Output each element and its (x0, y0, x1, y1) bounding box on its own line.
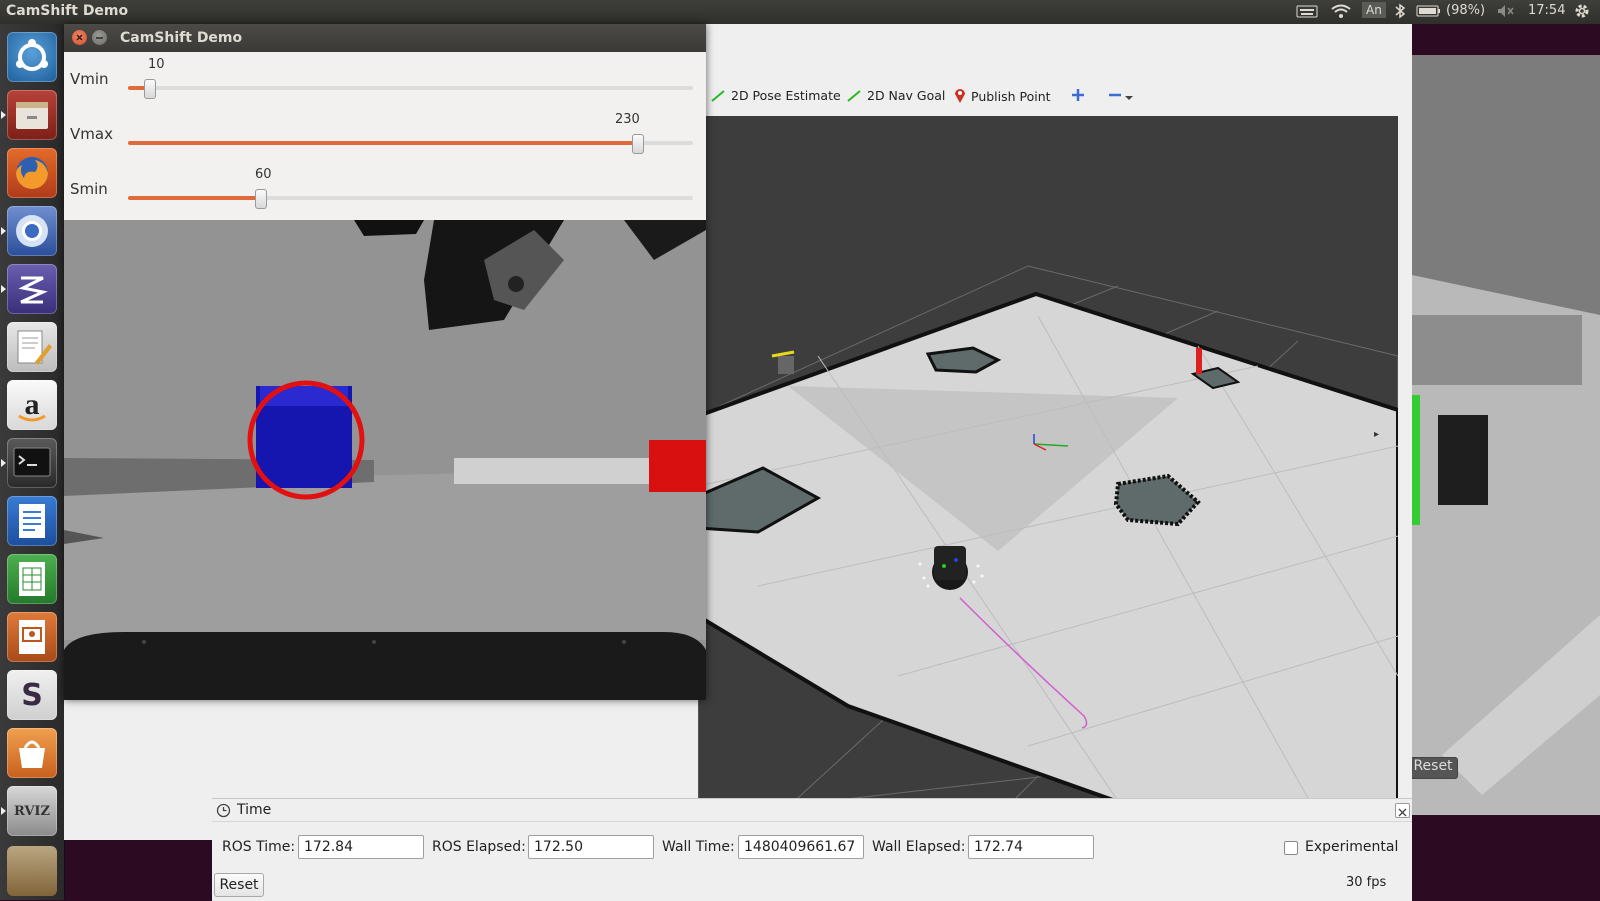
slider-panel: Vmin 10 Vmax 230 Smin 60 (64, 52, 706, 220)
ros-elapsed-field[interactable]: 172.50 (528, 835, 654, 859)
time-panel-header: Time (212, 799, 1412, 822)
trash-icon[interactable] (7, 846, 57, 896)
active-app-title: CamShift Demo (6, 3, 129, 19)
gazebo-reset-button[interactable]: Reset (1408, 757, 1458, 779)
wall-time-field[interactable]: 1480409661.67 (738, 835, 864, 859)
keyboard-icon[interactable] (1296, 3, 1318, 23)
rviz-glyph: RVIZ (14, 803, 50, 819)
wall-elapsed-field[interactable]: 172.74 (968, 835, 1094, 859)
slack-glyph: S (21, 677, 43, 713)
time-panel-title: Time (237, 802, 272, 818)
bluetooth-icon[interactable] (1394, 3, 1406, 23)
slack-icon[interactable]: S (7, 670, 57, 720)
terminal-icon[interactable] (7, 438, 57, 488)
clock[interactable]: 17:54 (1528, 3, 1565, 18)
pose-estimate-arrow-icon (711, 89, 725, 102)
libreoffice-writer-icon[interactable] (7, 496, 57, 546)
minus-dropdown-icon (1109, 93, 1133, 100)
text-editor-icon[interactable] (7, 322, 57, 372)
camshift-window-title: CamShift Demo (120, 30, 243, 46)
rviz-icon[interactable]: RVIZ (7, 786, 57, 836)
experimental-label: Experimental (1305, 839, 1399, 855)
battery-percentage: (98%) (1446, 3, 1486, 18)
libreoffice-calc-icon[interactable] (7, 554, 57, 604)
ubuntu-dash-icon[interactable] (7, 32, 57, 82)
libreoffice-impress-icon[interactable] (7, 612, 57, 662)
smin-slider-fill (128, 196, 261, 200)
ros-time-label: ROS Time: (222, 839, 296, 855)
smin-slider-handle[interactable] (254, 189, 267, 209)
nav-goal-tool[interactable]: 2D Nav Goal (846, 88, 945, 103)
unity-launcher: a S RVIZ (0, 24, 65, 900)
add-tool-button[interactable] (1071, 88, 1085, 102)
smin-label: Smin (70, 180, 108, 198)
top-panel: CamShift Demo An (98%) 17:54 (0, 0, 1600, 24)
volume-muted-icon[interactable] (1496, 3, 1516, 23)
settings-gear-icon[interactable] (1573, 2, 1591, 24)
fps-readout: 30 fps (1346, 875, 1387, 890)
nav-goal-label: 2D Nav Goal (867, 88, 946, 103)
smin-value: 60 (255, 167, 272, 182)
vmin-value: 10 (148, 57, 165, 72)
vmax-value: 230 (615, 112, 640, 127)
map-pin-icon (955, 89, 965, 103)
vmax-slider-handle[interactable] (631, 134, 644, 154)
vmax-label: Vmax (70, 125, 113, 143)
clock-icon (216, 803, 231, 818)
gazebo-window: Reset (1408, 55, 1600, 815)
nav-goal-arrow-icon (847, 89, 861, 102)
amazon-icon[interactable]: a (7, 380, 57, 430)
time-panel: Time ROS Time: 172.84 ROS Elapsed: 172.5… (212, 798, 1412, 901)
vmin-slider-handle[interactable] (144, 79, 157, 99)
remove-tool-button[interactable] (1108, 88, 1134, 102)
emacs-icon[interactable] (7, 264, 57, 314)
firefox-icon[interactable] (7, 148, 57, 198)
wifi-icon[interactable] (1330, 3, 1352, 23)
minimize-icon[interactable] (92, 30, 107, 45)
vmin-label: Vmin (70, 70, 109, 88)
experimental-checkbox[interactable] (1284, 841, 1298, 855)
close-panel-icon[interactable] (1395, 803, 1410, 818)
chromium-icon[interactable] (7, 206, 57, 256)
camera-view (64, 220, 706, 700)
plus-icon (1072, 89, 1084, 101)
vmin-slider-track[interactable] (128, 86, 693, 90)
rviz-3d-view[interactable] (698, 116, 1398, 816)
ros-time-field[interactable]: 172.84 (298, 835, 424, 859)
wall-elapsed-label: Wall Elapsed: (872, 839, 966, 855)
ros-elapsed-label: ROS Elapsed: (432, 839, 526, 855)
file-manager-icon[interactable] (7, 90, 57, 140)
publish-point-tool[interactable]: Publish Point (954, 88, 1051, 104)
wall-time-label: Wall Time: (662, 839, 735, 855)
software-center-icon[interactable] (7, 728, 57, 778)
reset-button[interactable]: Reset (214, 873, 264, 897)
publish-point-label: Publish Point (971, 88, 1051, 104)
battery-icon[interactable] (1416, 3, 1442, 23)
keyboard-layout-indicator[interactable]: An (1362, 2, 1386, 18)
pose-estimate-label: 2D Pose Estimate (731, 88, 841, 103)
pose-estimate-tool[interactable]: 2D Pose Estimate (710, 88, 841, 103)
vmax-slider-fill (128, 141, 638, 145)
camshift-titlebar[interactable]: CamShift Demo (64, 24, 706, 52)
close-icon[interactable] (72, 30, 87, 45)
collapse-panel-arrow-icon[interactable]: ▸ (1374, 429, 1379, 440)
camshift-window: CamShift Demo Vmin 10 Vmax 230 Smin 60 (64, 24, 706, 700)
